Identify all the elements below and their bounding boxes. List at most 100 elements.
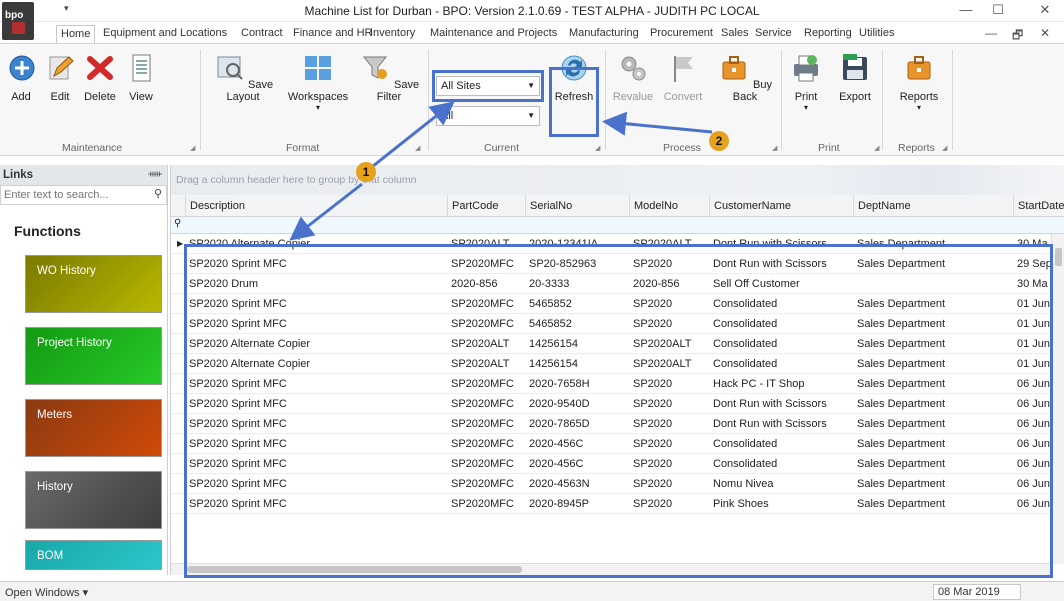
- table-row[interactable]: SP2020 Sprint MFC SP2020MFC 2020-456C SP202…: [171, 454, 1051, 474]
- cell-customername[interactable]: Sell Off Customer: [709, 274, 853, 294]
- cell-deptname[interactable]: Sales Department: [853, 474, 1013, 494]
- tab-service[interactable]: Service: [752, 25, 795, 44]
- table-row[interactable]: SP2020 Sprint MFC SP2020MFC 2020-8945P SP20…: [171, 494, 1051, 514]
- group-expander-icon[interactable]: ◢: [772, 144, 777, 152]
- delete-button[interactable]: Delete: [80, 52, 120, 103]
- cell-deptname[interactable]: Sales Department: [853, 234, 1013, 254]
- cell-serialno[interactable]: 2020-4563N: [525, 474, 629, 494]
- cell-serialno[interactable]: 2020-7658H: [525, 374, 629, 394]
- vertical-scroll-thumb[interactable]: [1055, 248, 1062, 266]
- cell-description[interactable]: SP2020 Sprint MFC: [185, 474, 447, 494]
- cell-serialno[interactable]: 2020-9540D: [525, 394, 629, 414]
- table-row[interactable]: SP2020 Alternate Copier SP2020ALT 14256154…: [171, 354, 1051, 374]
- tab-maintenance-projects[interactable]: Maintenance and Projects: [427, 25, 560, 44]
- cell-description[interactable]: SP2020 Sprint MFC: [185, 494, 447, 514]
- cell-partcode[interactable]: SP2020ALT: [447, 234, 525, 254]
- cell-modelno[interactable]: SP2020: [629, 414, 709, 434]
- close-button[interactable]: ✕: [1034, 2, 1056, 20]
- column-header-description[interactable]: Description: [185, 195, 447, 217]
- cell-description[interactable]: SP2020 Sprint MFC: [185, 254, 447, 274]
- tab-manufacturing[interactable]: Manufacturing: [566, 25, 642, 44]
- tab-procurement[interactable]: Procurement: [647, 25, 716, 44]
- cell-partcode[interactable]: SP2020MFC: [447, 414, 525, 434]
- horizontal-scroll-thumb[interactable]: [187, 566, 522, 573]
- cell-partcode[interactable]: SP2020MFC: [447, 434, 525, 454]
- save-layout-button[interactable]: Save Layout: [208, 52, 278, 103]
- ribbon-close-button[interactable]: ✕: [1040, 26, 1050, 40]
- cell-modelno[interactable]: SP2020: [629, 294, 709, 314]
- cell-partcode[interactable]: SP2020MFC: [447, 394, 525, 414]
- app-logo[interactable]: bpo: [2, 2, 34, 40]
- table-row[interactable]: SP2020 Sprint MFC SP2020MFC 2020-4563N SP20…: [171, 474, 1051, 494]
- table-row[interactable]: SP2020 Sprint MFC SP2020MFC 2020-456C SP202…: [171, 434, 1051, 454]
- cell-partcode[interactable]: SP2020MFC: [447, 314, 525, 334]
- tab-utilities[interactable]: Utilities: [856, 25, 897, 44]
- ribbon-minimize-button[interactable]: —: [985, 26, 997, 40]
- tab-finance-hr[interactable]: Finance and HR: [290, 25, 376, 44]
- cell-deptname[interactable]: Sales Department: [853, 354, 1013, 374]
- cell-modelno[interactable]: 2020-856: [629, 274, 709, 294]
- tab-equipment-locations[interactable]: Equipment and Locations: [100, 25, 230, 44]
- history-button[interactable]: History: [25, 471, 162, 529]
- column-header-customername[interactable]: CustomerName: [709, 195, 853, 217]
- horizontal-scrollbar[interactable]: [171, 563, 1051, 575]
- group-expander-icon[interactable]: ◢: [415, 144, 420, 152]
- cell-description[interactable]: SP2020 Alternate Copier: [185, 334, 447, 354]
- open-windows-button[interactable]: Open Windows ▾: [5, 586, 88, 599]
- cell-modelno[interactable]: SP2020ALT: [629, 354, 709, 374]
- cell-modelno[interactable]: SP2020ALT: [629, 234, 709, 254]
- group-expander-icon[interactable]: ◢: [595, 144, 600, 152]
- tab-reporting[interactable]: Reporting: [801, 25, 855, 44]
- cell-partcode[interactable]: SP2020ALT: [447, 334, 525, 354]
- cell-modelno[interactable]: SP2020: [629, 314, 709, 334]
- cell-customername[interactable]: Consolidated: [709, 454, 853, 474]
- add-button[interactable]: Add: [6, 52, 36, 103]
- auto-filter-row[interactable]: ⚲: [171, 217, 1064, 234]
- cell-customername[interactable]: Consolidated: [709, 294, 853, 314]
- cell-deptname[interactable]: Sales Department: [853, 314, 1013, 334]
- cell-modelno[interactable]: SP2020: [629, 374, 709, 394]
- cell-serialno[interactable]: 2020-12341IA: [525, 234, 629, 254]
- workspaces-button[interactable]: Workspaces ▾: [284, 52, 352, 112]
- cell-serialno[interactable]: 2020-7865D: [525, 414, 629, 434]
- group-expander-icon[interactable]: ◢: [190, 144, 195, 152]
- cell-deptname[interactable]: Sales Department: [853, 394, 1013, 414]
- cell-deptname[interactable]: Sales Department: [853, 294, 1013, 314]
- cell-deptname[interactable]: Sales Department: [853, 494, 1013, 514]
- tab-home[interactable]: Home: [56, 25, 96, 44]
- cell-modelno[interactable]: SP2020: [629, 474, 709, 494]
- print-button[interactable]: Print ▾: [788, 52, 824, 112]
- cell-description[interactable]: SP2020 Sprint MFC: [185, 454, 447, 474]
- cell-modelno[interactable]: SP2020: [629, 454, 709, 474]
- cell-description[interactable]: SP2020 Sprint MFC: [185, 394, 447, 414]
- cell-customername[interactable]: Consolidated: [709, 314, 853, 334]
- convert-button[interactable]: Convert: [660, 52, 706, 103]
- cell-partcode[interactable]: SP2020ALT: [447, 354, 525, 374]
- cell-description[interactable]: SP2020 Drum: [185, 274, 447, 294]
- cell-customername[interactable]: Nomu Nivea: [709, 474, 853, 494]
- cell-description[interactable]: SP2020 Sprint MFC: [185, 414, 447, 434]
- links-search-input[interactable]: [1, 186, 141, 204]
- cell-partcode[interactable]: SP2020MFC: [447, 294, 525, 314]
- cell-customername[interactable]: Dont Run with Scissors: [709, 254, 853, 274]
- column-header-serialno[interactable]: SerialNo: [525, 195, 629, 217]
- cell-description[interactable]: SP2020 Alternate Copier: [185, 234, 447, 254]
- cell-customername[interactable]: Dont Run with Scissors: [709, 234, 853, 254]
- cell-serialno[interactable]: 2020-456C: [525, 434, 629, 454]
- cell-description[interactable]: SP2020 Sprint MFC: [185, 314, 447, 334]
- table-row[interactable]: SP2020 Alternate Copier SP2020ALT 14256154…: [171, 334, 1051, 354]
- cell-deptname[interactable]: Sales Department: [853, 414, 1013, 434]
- view-button[interactable]: View: [124, 52, 158, 103]
- wo-history-button[interactable]: WO History: [25, 255, 162, 313]
- export-button[interactable]: Export: [834, 52, 876, 103]
- table-row[interactable]: SP2020 Drum 2020-856 20-3333 2020-856 Sell O…: [171, 274, 1051, 294]
- site-select[interactable]: All Sites ▼: [436, 76, 540, 96]
- minimize-button[interactable]: —: [955, 2, 977, 20]
- cell-serialno[interactable]: 20-3333: [525, 274, 629, 294]
- cell-modelno[interactable]: SP2020: [629, 394, 709, 414]
- cell-serialno[interactable]: 5465852: [525, 294, 629, 314]
- cell-description[interactable]: SP2020 Alternate Copier: [185, 354, 447, 374]
- group-expander-icon[interactable]: ◢: [874, 144, 879, 152]
- cell-customername[interactable]: Consolidated: [709, 334, 853, 354]
- vertical-scrollbar[interactable]: [1051, 234, 1064, 564]
